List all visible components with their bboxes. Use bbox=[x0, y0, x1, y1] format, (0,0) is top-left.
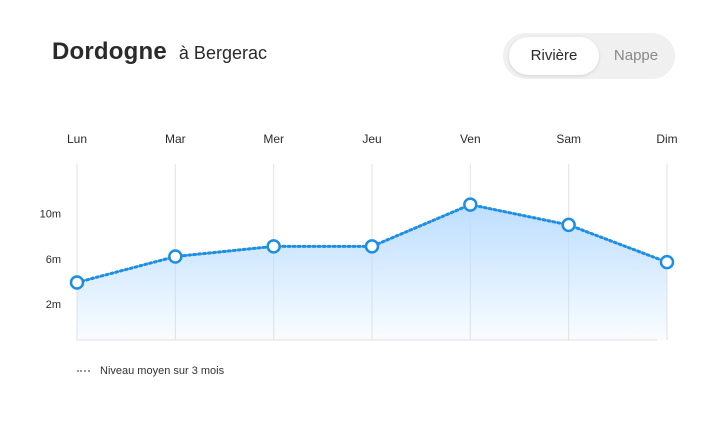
data-point-mer bbox=[266, 239, 281, 254]
x-tick-label: Mer bbox=[263, 132, 284, 146]
y-tick-label: 10m bbox=[40, 209, 61, 221]
data-point-jeu bbox=[364, 239, 380, 254]
x-tick-label: Mar bbox=[165, 132, 186, 146]
legend-label: Niveau moyen sur 3 mois bbox=[100, 365, 225, 377]
x-tick-label: Jeu bbox=[362, 132, 381, 146]
y-tick-label: 6m bbox=[46, 254, 61, 266]
x-tick-label: Lun bbox=[67, 132, 87, 146]
data-point-mar bbox=[168, 249, 183, 264]
data-point-lun bbox=[69, 275, 85, 290]
data-point-dim bbox=[659, 254, 675, 270]
x-tick-label: Sam bbox=[556, 132, 581, 146]
y-tick-label: 2m bbox=[46, 299, 61, 311]
x-tick-label: Dim bbox=[656, 132, 677, 146]
chart-legend: Niveau moyen sur 3 mois bbox=[77, 365, 224, 377]
x-tick-label: Ven bbox=[460, 132, 481, 146]
legend-dotted-line-swatch bbox=[77, 370, 90, 372]
data-point-ven bbox=[463, 197, 478, 212]
data-point-sam bbox=[561, 217, 576, 233]
